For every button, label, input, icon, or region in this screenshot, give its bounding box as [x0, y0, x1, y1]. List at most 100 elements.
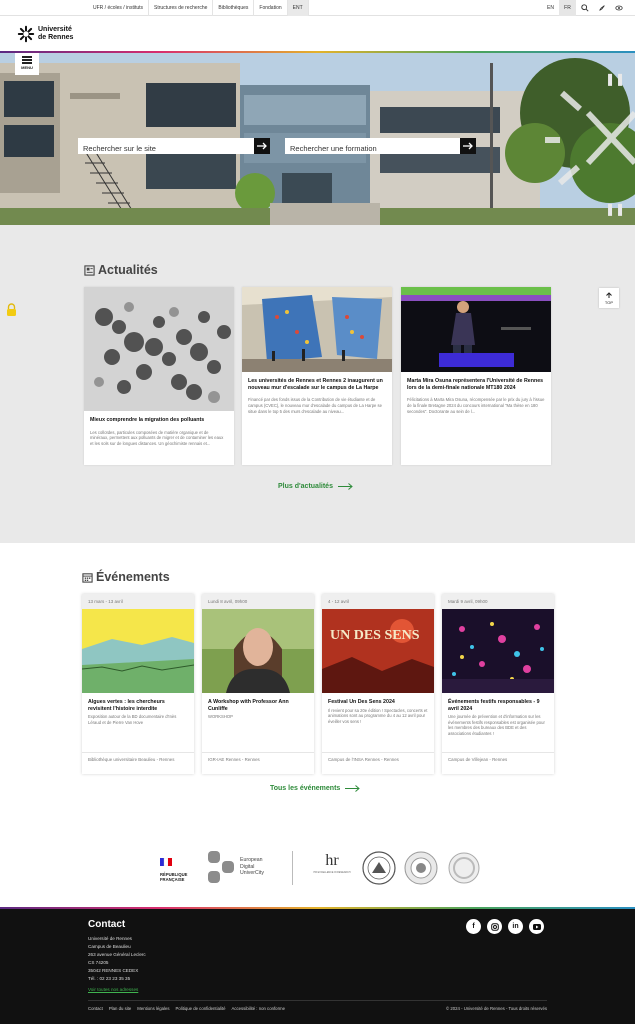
- news-card[interactable]: Mieux comprendre la migration des pollua…: [84, 287, 234, 465]
- newspaper-icon: [84, 264, 95, 276]
- drees-label-badge-icon[interactable]: [404, 851, 438, 885]
- hr-sub: HR EXCELLENCE IN RESEARCH: [313, 871, 351, 874]
- rocket-icon[interactable]: [593, 0, 610, 16]
- arrow-right-icon: [337, 483, 353, 490]
- event-date: Lundi 8 avril, 09h00: [202, 594, 314, 609]
- hero-controls: ❚❚ ❚❚: [605, 72, 625, 222]
- top-link-foundation[interactable]: Fondation: [254, 0, 288, 16]
- event-image: UN DES SENS: [322, 609, 434, 693]
- news-image: [242, 287, 392, 372]
- arrow-right-icon: [257, 142, 267, 150]
- facebook-icon[interactable]: f: [466, 919, 481, 934]
- pause-icon[interactable]: ❚❚: [605, 202, 625, 216]
- lang-en[interactable]: EN: [542, 0, 559, 16]
- event-image: [82, 609, 194, 693]
- scroll-top-label: TOP: [604, 300, 614, 305]
- bienvenue-label-badge-icon[interactable]: [362, 851, 396, 885]
- lang-fr[interactable]: FR: [559, 0, 576, 16]
- more-news-label: Plus d'actualités: [278, 483, 333, 490]
- site-footer: Contact Université de Rennes Campus de B…: [0, 907, 635, 1024]
- sdn-label-badge-icon[interactable]: [448, 852, 480, 884]
- site-search-input[interactable]: [78, 140, 270, 157]
- event-image: [442, 609, 554, 693]
- all-events-label: Tous les événements: [270, 785, 341, 792]
- footer-link-accessibility[interactable]: Accessibilité : non conforme: [231, 1006, 285, 1011]
- event-title: Algues vertes : les chercheurs revisiten…: [88, 699, 165, 712]
- more-news-link[interactable]: Plus d'actualités: [278, 483, 353, 490]
- event-text: WORKSHOP: [208, 714, 233, 719]
- event-card[interactable]: 4 - 12 avril UN DES SENS Festival Un Des…: [322, 594, 434, 774]
- event-card[interactable]: Mardi 9 avril, 09h00 Événements festifs …: [442, 594, 554, 774]
- accessibility-lock-icon[interactable]: [6, 303, 17, 322]
- footer-link-sitemap[interactable]: Plan du site: [109, 1006, 131, 1011]
- news-image: [84, 287, 234, 411]
- footer-link-privacy[interactable]: Politique de confidentialité: [176, 1006, 226, 1011]
- event-place: Campus de l'INSA Rennes - Rennes: [322, 752, 434, 774]
- footer-link-contact[interactable]: Contact: [88, 1006, 103, 1011]
- footer-links: Contact Plan du site Mentions légales Po…: [88, 1006, 291, 1011]
- footer-contact-title: Contact: [88, 919, 126, 930]
- news-card-title: Mieux comprendre la migration des pollua…: [90, 417, 205, 423]
- address-line: 263 avenue Général Leclerc: [88, 951, 146, 957]
- event-card[interactable]: Lundi 8 avril, 09h00 A Workshop with Pro…: [202, 594, 314, 774]
- address-line: Université de Rennes: [88, 936, 132, 941]
- republique-francaise-logo[interactable]: RÉPUBLIQUE FRANÇAISE: [160, 853, 196, 882]
- top-link-research[interactable]: Structures de recherche: [149, 0, 214, 16]
- event-text: Il revient pour sa 20e édition ! Spectac…: [328, 707, 428, 724]
- university-logo[interactable]: Université de Rennes: [17, 25, 73, 43]
- event-date: 13 mars - 13 avril: [82, 594, 194, 609]
- eduuc-line-3: UniverCity: [240, 870, 264, 877]
- partners-strip: RÉPUBLIQUE FRANÇAISE European Digital Un…: [0, 823, 635, 907]
- menu-button[interactable]: MENU: [15, 53, 39, 75]
- event-text: Une journée de prévention et d'informati…: [448, 714, 545, 736]
- formation-search-submit[interactable]: [460, 138, 476, 154]
- search-icon[interactable]: [576, 0, 593, 16]
- top-link-libraries[interactable]: Bibliothèques: [213, 0, 255, 16]
- all-events-link[interactable]: Tous les événements: [270, 785, 361, 792]
- festival-poster-text: UN DES SENS: [330, 628, 420, 643]
- news-card-text: Félicitations à Marta Mira Osuna, récomp…: [407, 397, 545, 414]
- eye-icon[interactable]: [610, 0, 627, 16]
- footer-divider: [88, 1000, 547, 1001]
- youtube-icon[interactable]: [529, 919, 544, 934]
- news-card[interactable]: Marta Mira Osuna représentera l'Universi…: [401, 287, 551, 465]
- top-link-ufr[interactable]: UFR / écoles / instituts: [88, 0, 150, 16]
- scroll-top-button[interactable]: TOP: [599, 288, 619, 308]
- hr-excellence-logo[interactable]: hr HR EXCELLENCE IN RESEARCH: [310, 852, 354, 875]
- formation-search-input[interactable]: [285, 140, 476, 157]
- site-header: Université de Rennes: [0, 16, 635, 52]
- news-card[interactable]: Les universités de Rennes et Rennes 2 in…: [242, 287, 392, 465]
- address-line: 35042 RENNES CEDEX: [88, 967, 139, 973]
- footer-gradient-line: [0, 907, 635, 909]
- eduuc-mark-icon: [208, 851, 234, 883]
- hamburger-icon: [22, 56, 32, 64]
- pause-icon[interactable]: ❚❚: [605, 72, 625, 86]
- address-line: Campus de Beaulieu: [88, 943, 131, 949]
- all-addresses-link[interactable]: Voir toutes nos adresses: [88, 987, 138, 992]
- instagram-icon[interactable]: [487, 919, 502, 934]
- hr-mark: hr: [325, 852, 339, 869]
- eduuc-logo[interactable]: European Digital UniverCity: [208, 851, 264, 883]
- address-line: CS 74205: [88, 959, 109, 965]
- event-card[interactable]: 13 mars - 13 avril Algues vertes : les c…: [82, 594, 194, 774]
- footer-address: Université de Rennes Campus de Beaulieu …: [88, 935, 146, 982]
- news-card-text: Les colloïdes, particules composées de m…: [90, 429, 224, 446]
- eduuc-line-1: European: [240, 857, 263, 864]
- footer-link-legal[interactable]: Mentions légales: [137, 1006, 169, 1011]
- formation-search: [285, 138, 476, 157]
- event-place: Bibliothèque universitaire Beaulieu - Re…: [82, 752, 194, 774]
- site-search-submit[interactable]: [254, 138, 270, 154]
- marianne-icon: [160, 857, 172, 867]
- news-image: [401, 287, 551, 372]
- event-place: IGR-IAE Rennes - Rennes: [202, 752, 314, 774]
- top-link-ent[interactable]: ENT: [287, 0, 309, 16]
- news-card-title: Marta Mira Osuna représentera l'Universi…: [407, 378, 544, 391]
- calendar-icon: [82, 572, 93, 583]
- event-image: [202, 609, 314, 693]
- event-place: Campus de Villejean - Rennes: [442, 752, 554, 774]
- event-text: Exposition autour de la BD documentaire …: [88, 714, 177, 725]
- news-title: Actualités: [98, 263, 158, 277]
- republique-label: RÉPUBLIQUE FRANÇAISE: [160, 872, 188, 882]
- logo-line-2: de Rennes: [38, 34, 74, 41]
- linkedin-icon[interactable]: in: [508, 919, 523, 934]
